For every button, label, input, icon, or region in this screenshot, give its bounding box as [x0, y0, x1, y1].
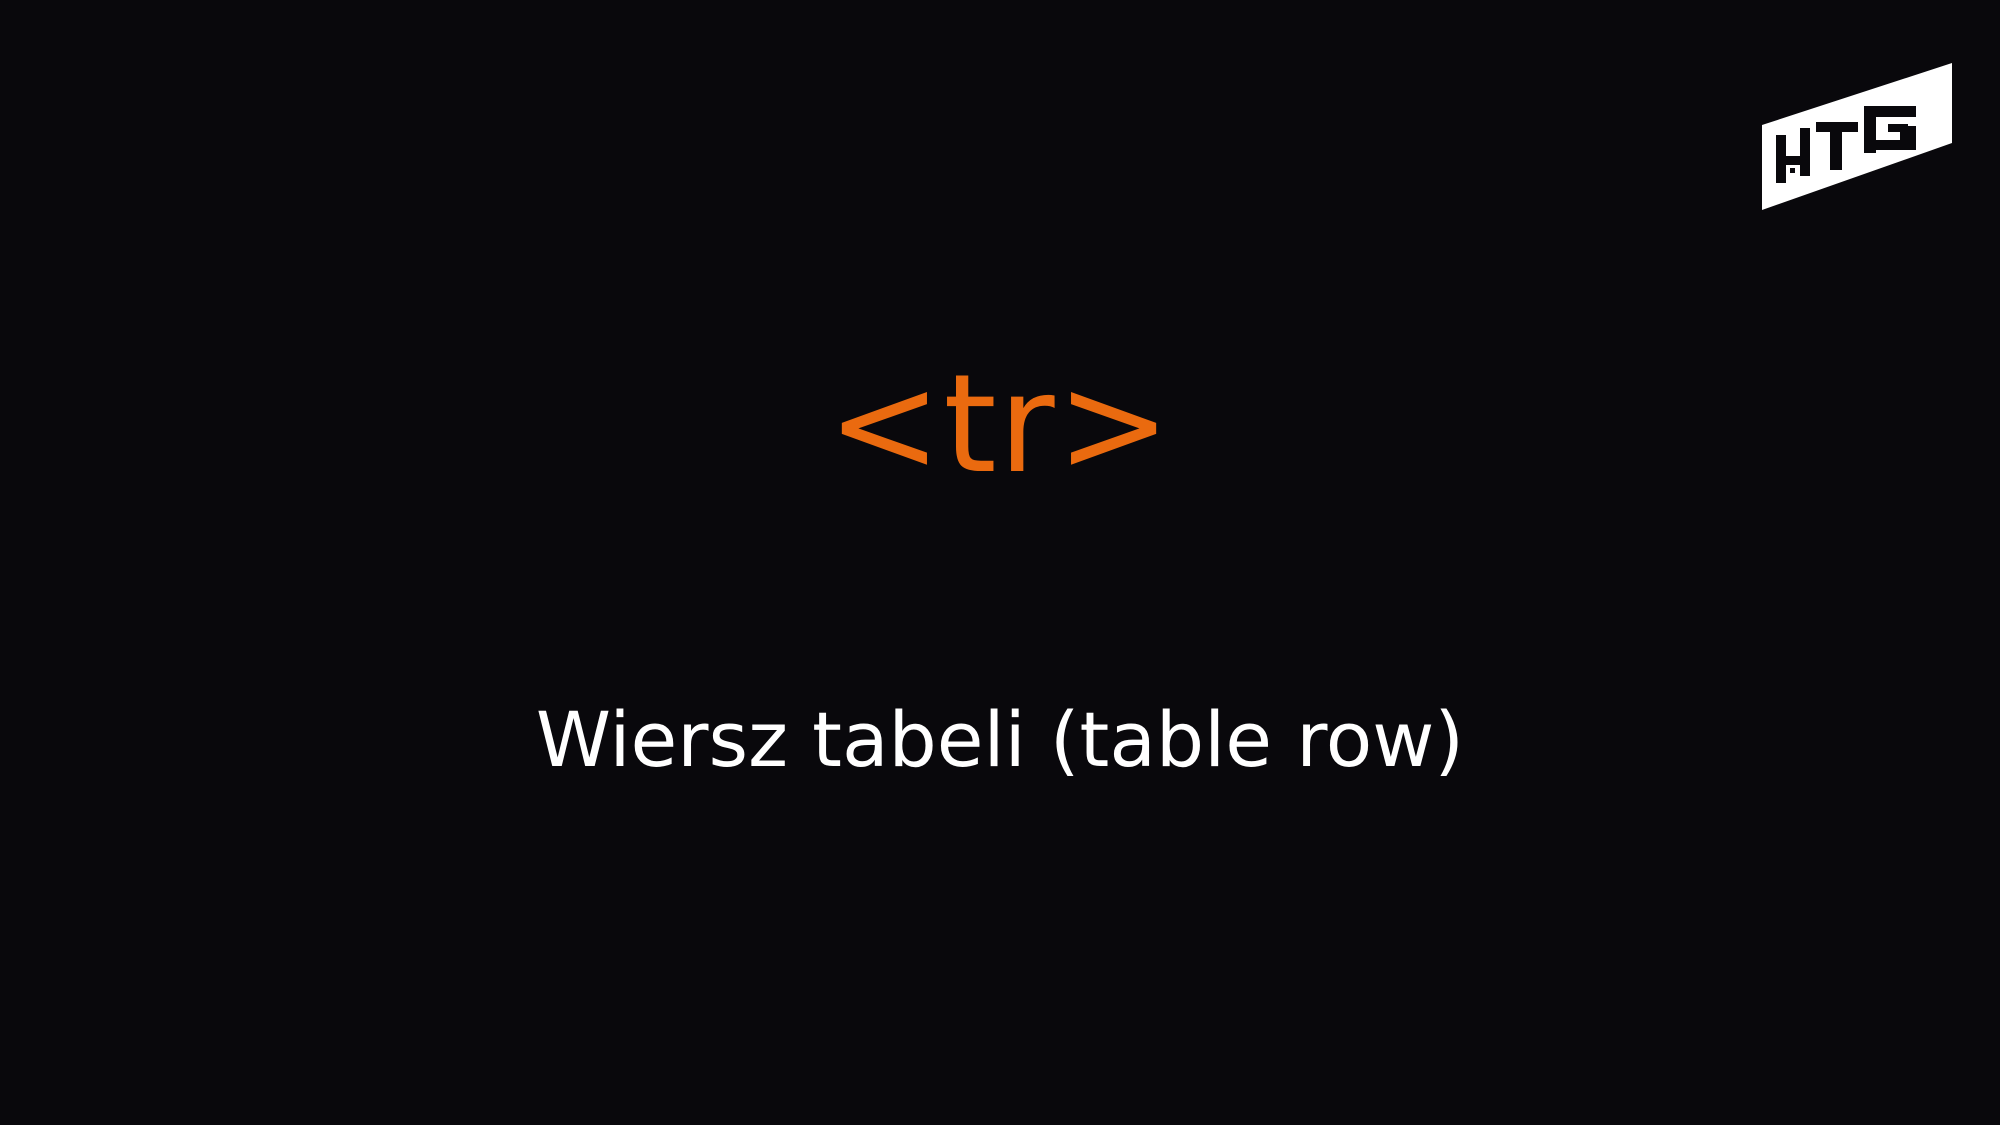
slide: <tr> Wiersz tabeli (table row): [0, 0, 2000, 1125]
brand-logo-icon: [1762, 63, 1952, 210]
tag-description: Wiersz tabeli (table row): [535, 695, 1465, 784]
html-tag-title: <tr>: [827, 346, 1173, 504]
